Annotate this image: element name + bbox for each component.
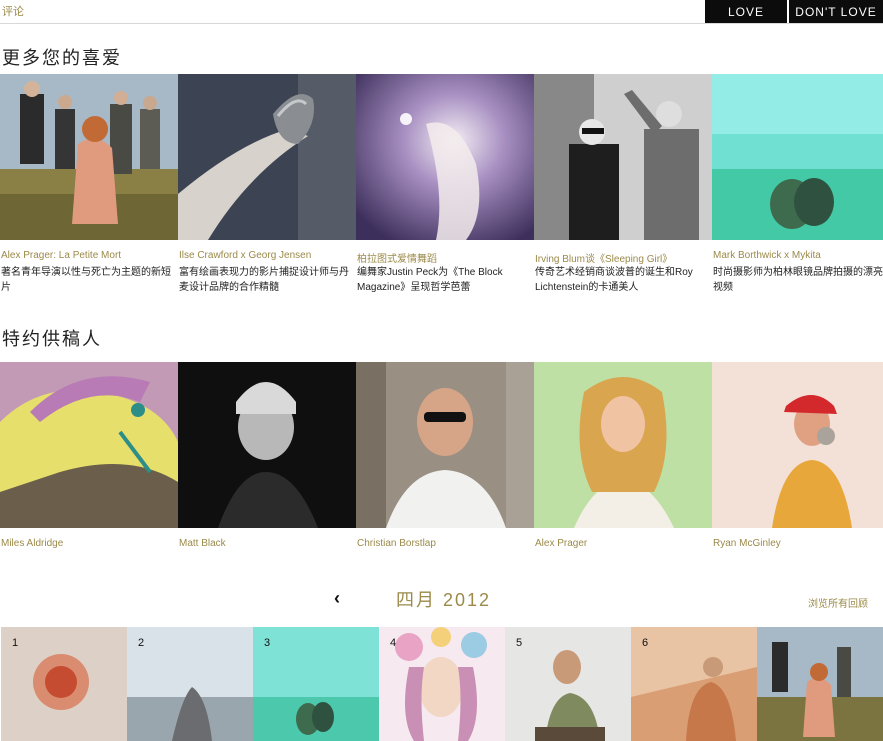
love-button[interactable]: LOVE [705,0,787,23]
day-tile[interactable]: 6 [631,627,757,741]
day-strip: 1 2 3 4 5 6 [1,627,883,741]
favorite-card[interactable]: Ilse Crawford x Georg Jensen 富有绘画表现力的影片捕… [178,74,356,304]
calendar-nav: ‹ 四月 2012 浏览所有回顾 [0,580,883,620]
favorite-thumbnail[interactable] [178,74,356,240]
contributors-heading: 特约供稿人 [2,329,102,350]
previous-month-arrow-icon[interactable]: ‹ [334,588,340,609]
day-tile[interactable]: 3 [253,627,379,741]
favorites-row: Alex Prager: La Petite Mort 著名青年导演以性与死亡为… [0,74,883,304]
contributor-name[interactable]: Alex Prager [535,538,709,549]
favorite-card[interactable]: Alex Prager: La Petite Mort 著名青年导演以性与死亡为… [0,74,178,304]
contributor-photo[interactable] [534,362,712,528]
day-number: 4 [390,637,397,649]
favorite-description: 富有绘画表现力的影片捕捉设计师与丹麦设计品牌的合作精髓 [179,267,349,293]
favorite-title[interactable]: Ilse Crawford x Georg Jensen [179,250,353,261]
day-number: 2 [138,637,145,649]
day-tile[interactable]: 2 [127,627,253,741]
contributor-name[interactable]: Miles Aldridge [1,538,175,549]
day-tile[interactable]: 4 [379,627,505,741]
day-tile[interactable]: 5 [505,627,631,741]
day-number: 5 [516,637,523,649]
favorite-description: 编舞家Justin Peck为《The Block Magazine》呈现哲学芭… [357,267,503,293]
browse-all-link[interactable]: 浏览所有回顾 [808,595,868,610]
contributor-photo[interactable] [0,362,178,528]
day-tile[interactable] [757,627,883,741]
favorite-description: 著名青年导演以性与死亡为主题的新短片 [1,267,171,293]
day-tile[interactable]: 1 [1,627,127,741]
contributor-card[interactable]: Matt Black [178,362,356,562]
favorite-card[interactable]: Mark Borthwick x Mykita 时尚摄影师为柏林眼镜品牌拍摄的漂… [712,74,883,304]
contributor-photo[interactable] [712,362,883,528]
favorite-card[interactable]: 柏拉图式爱情舞蹈 编舞家Justin Peck为《The Block Magaz… [356,74,534,304]
favorites-heading: 更多您的喜爱 [2,48,122,69]
current-month: 四月 2012 [396,590,492,610]
favorite-thumbnail[interactable] [0,74,178,240]
contributor-card[interactable]: Alex Prager [534,362,712,562]
favorite-thumbnail[interactable] [356,74,534,240]
contributor-name[interactable]: Christian Borstlap [357,538,531,549]
top-bar: 评论 LOVE DON'T LOVE [0,0,883,24]
contributor-name[interactable]: Ryan McGinley [713,538,883,549]
contributors-row: Miles Aldridge Matt Black Christian Bors [0,362,883,562]
favorite-thumbnail[interactable] [534,74,712,240]
day-number: 6 [642,637,649,649]
contributor-photo[interactable] [356,362,534,528]
dont-love-button[interactable]: DON'T LOVE [789,0,883,23]
favorite-description: 时尚摄影师为柏林眼镜品牌拍摄的漂亮视频 [713,267,883,293]
contributor-card[interactable]: Miles Aldridge [0,362,178,562]
favorite-title[interactable]: Mark Borthwick x Mykita [713,250,883,261]
contributor-name[interactable]: Matt Black [179,538,353,549]
favorite-title[interactable]: 柏拉图式爱情舞蹈 [357,250,531,265]
day-number: 1 [12,637,19,649]
favorite-description: 传奇艺术经销商谈波普的诞生和Roy Lichtenstein的卡通美人 [535,267,693,293]
day-number: 3 [264,637,271,649]
contributor-photo[interactable] [178,362,356,528]
contributor-card[interactable]: Christian Borstlap [356,362,534,562]
favorite-title[interactable]: Alex Prager: La Petite Mort [1,250,175,261]
favorite-title[interactable]: Irving Blum谈《Sleeping Girl》 [535,250,709,265]
comment-link[interactable]: 评论 [2,3,24,19]
favorite-thumbnail[interactable] [712,74,883,240]
favorite-card[interactable]: Irving Blum谈《Sleeping Girl》 传奇艺术经销商谈波普的诞… [534,74,712,304]
contributor-card[interactable]: Ryan McGinley [712,362,883,562]
